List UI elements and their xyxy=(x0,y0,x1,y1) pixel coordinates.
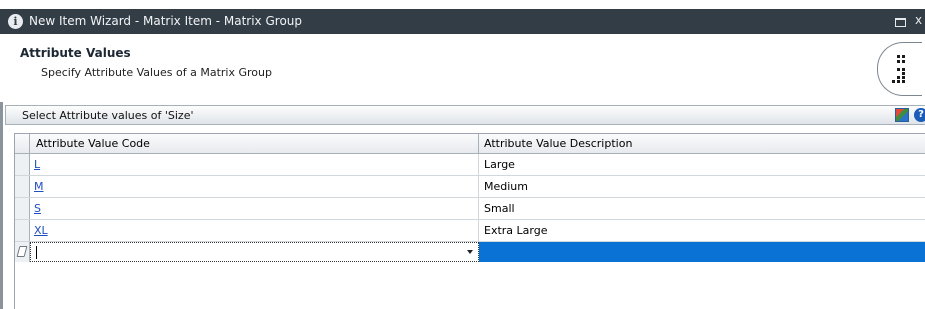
grid-header-row: Attribute Value Code Attribute Value Des… xyxy=(15,134,925,154)
table-row[interactable]: S Small xyxy=(15,198,925,220)
group-bar: Select Attribute values of 'Size' ? xyxy=(5,105,925,125)
attribute-values-grid: Attribute Value Code Attribute Value Des… xyxy=(14,133,925,309)
table-row[interactable]: XL Extra Large xyxy=(15,220,925,242)
text-caret xyxy=(36,246,37,259)
column-header-description[interactable]: Attribute Value Description xyxy=(479,134,925,154)
pencil-icon xyxy=(16,246,28,257)
top-strip xyxy=(0,0,925,9)
row-selector[interactable] xyxy=(15,220,30,241)
page-subtitle: Specify Attribute Values of a Matrix Gro… xyxy=(41,66,272,79)
column-header-code[interactable]: Attribute Value Code xyxy=(30,134,479,154)
window-title: New Item Wizard - Matrix Item - Matrix G… xyxy=(29,14,303,28)
code-editor-dropdown[interactable] xyxy=(30,242,479,262)
code-cell: M xyxy=(30,176,479,197)
info-icon: i xyxy=(8,14,23,29)
code-cell: L xyxy=(30,154,479,175)
group-label: Select Attribute values of 'Size' xyxy=(22,109,194,122)
dropdown-arrow-icon[interactable] xyxy=(467,250,473,254)
table-row[interactable]: L Large xyxy=(15,154,925,176)
description-cell[interactable]: Small xyxy=(479,198,925,219)
code-cell: S xyxy=(30,198,479,219)
page-title: Attribute Values xyxy=(20,46,131,60)
code-cell: XL xyxy=(30,220,479,241)
close-icon[interactable]: x xyxy=(915,13,922,27)
code-link[interactable]: L xyxy=(34,158,40,171)
window-titlebar[interactable]: i New Item Wizard - Matrix Item - Matrix… xyxy=(0,9,925,34)
row-selector[interactable] xyxy=(15,242,30,262)
help-icon[interactable]: ? xyxy=(914,108,925,122)
logo-icon xyxy=(877,42,922,96)
row-selector[interactable] xyxy=(15,198,30,219)
description-cell[interactable]: Large xyxy=(479,154,925,175)
description-cell[interactable]: Extra Large xyxy=(479,220,925,241)
code-link[interactable]: S xyxy=(34,202,41,215)
row-selector[interactable] xyxy=(15,176,30,197)
new-row[interactable] xyxy=(15,242,925,262)
description-cell-selected[interactable] xyxy=(479,242,925,262)
code-link[interactable]: M xyxy=(34,180,44,193)
row-selector[interactable] xyxy=(15,154,30,175)
minimize-icon[interactable] xyxy=(893,14,907,28)
row-selector-header[interactable] xyxy=(15,134,30,154)
code-link[interactable]: XL xyxy=(34,224,48,237)
wizard-header: Attribute Values Specify Attribute Value… xyxy=(0,34,925,103)
layout-icon[interactable] xyxy=(895,108,909,122)
description-cell[interactable]: Medium xyxy=(479,176,925,197)
table-row[interactable]: M Medium xyxy=(15,176,925,198)
